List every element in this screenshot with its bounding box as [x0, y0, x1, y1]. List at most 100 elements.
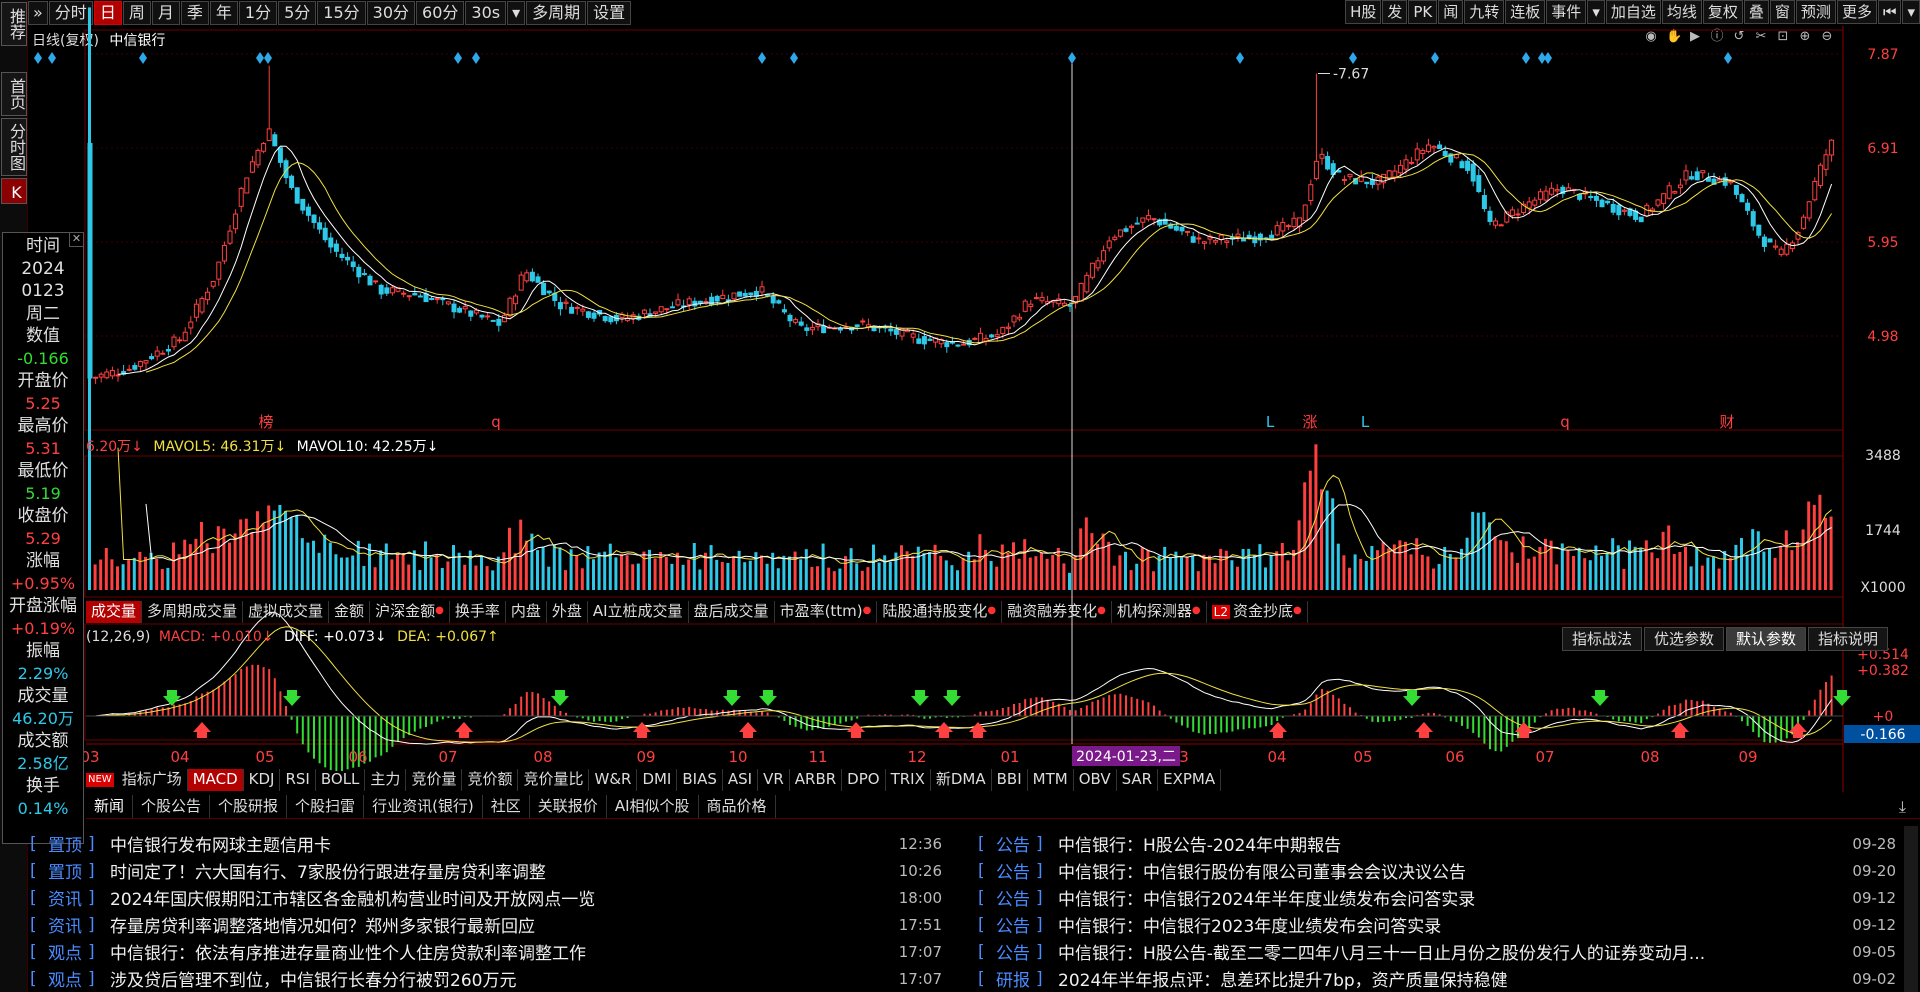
news-title[interactable]: 中信银行发布网球主题信用卡 [100, 831, 886, 856]
news-title[interactable]: 2024年半年报点评：息差环比提升7bp，资产质量保持稳健 [1048, 966, 1840, 991]
news-tab-8[interactable]: 商品价格 [699, 795, 776, 818]
news-item[interactable]: [资讯] 2024年国庆假期阳江市辖区各金融机构营业时间及开放网点一览 18:00 [30, 884, 942, 911]
undo-icon[interactable]: ↺ [1732, 30, 1746, 44]
macd-param-button-2[interactable]: 默认参数 [1725, 627, 1806, 651]
toolbar-right-button-12[interactable]: 预测 [1795, 0, 1836, 24]
news-item[interactable]: [置顶] 时间定了！六大国有行、7家股份行跟进存量房贷利率调整 10:26 [30, 857, 942, 884]
volume-tab-9[interactable]: 盘后成交量 [689, 601, 775, 623]
volume-tab-10[interactable]: 市盈率(ttm)● [775, 601, 878, 623]
news-item[interactable]: [公告] 中信银行：中信银行股份有限公司董事会会议决议公告 09-20 [978, 857, 1896, 884]
news-title[interactable]: 中信银行：依法有序推进存量商业性个人住房贷款利率调整工作 [100, 939, 886, 964]
zoom-in-icon[interactable]: ⊕ [1798, 30, 1812, 44]
news-scrollbar[interactable] [1904, 826, 1918, 992]
news-title[interactable]: 中信银行：中信银行2023年度业绩发布会问答实录 [1048, 912, 1840, 937]
volume-tab-7[interactable]: 外盘 [547, 601, 588, 623]
volume-tab-0[interactable]: 成交量 [86, 601, 143, 623]
indicator-tab-21[interactable]: SAR [1117, 769, 1159, 791]
toolbar-right-button-6[interactable]: 事件 [1546, 0, 1587, 24]
volume-tab-14[interactable]: L2 资金抄底● [1207, 601, 1308, 623]
news-tab-4[interactable]: 行业资讯(银行) [364, 795, 483, 818]
volume-tab-1[interactable]: 多周期成交量 [142, 601, 244, 623]
indicator-tab-7[interactable]: 竞价额 [462, 769, 519, 791]
toolbar-right-button-11[interactable]: 窗 [1769, 0, 1795, 24]
indicator-tab-8[interactable]: 竞价量比 [518, 769, 590, 791]
indicator-tab-12[interactable]: ASI [723, 769, 759, 791]
close-icon[interactable]: ✕ [69, 233, 83, 247]
news-tab-0[interactable]: 新闻 [86, 795, 134, 818]
news-tab-5[interactable]: 社区 [483, 795, 530, 818]
scissors-icon[interactable]: ✂ [1754, 30, 1768, 44]
indicator-tab-15[interactable]: DPO [842, 769, 886, 791]
toolbar-right-button-10[interactable]: 叠 [1743, 0, 1769, 24]
period-button-8[interactable]: 15分 [317, 1, 366, 25]
volume-tab-12[interactable]: 融资融券变化● [1002, 601, 1112, 623]
period-button-11[interactable]: 30s [465, 1, 507, 25]
lock-icon[interactable]: ⊡ [1776, 30, 1790, 44]
chevron-down-icon[interactable]: ▾ [1902, 0, 1920, 24]
indicator-tab-5[interactable]: 主力 [365, 769, 407, 791]
indicator-tab-1[interactable]: MACD [187, 769, 244, 791]
zoom-out-icon[interactable]: ⊖ [1820, 30, 1834, 44]
news-tab-1[interactable]: 个股公告 [133, 795, 211, 818]
news-item[interactable]: [公告] 中信银行：H股公告-截至二零二四年八月三十一日止月份之股份发行人的证券变… [978, 938, 1896, 965]
volume-tab-2[interactable]: 虚拟成交量 [243, 601, 330, 623]
toolbar-right-button-1[interactable]: 发 [1382, 0, 1408, 24]
indicator-tab-17[interactable]: 新DMA [931, 769, 992, 791]
toolbar-right-button-2[interactable]: PK [1408, 0, 1438, 24]
macd-param-button-0[interactable]: 指标战法 [1561, 627, 1642, 651]
prev-page-icon[interactable]: ⏮ [1877, 0, 1902, 24]
volume-tab-11[interactable]: 陆股通持股变化● [877, 601, 1003, 623]
play-icon[interactable]: ▶ [1688, 30, 1702, 44]
news-title[interactable]: 2024年国庆假期阳江市辖区各金融机构营业时间及开放网点一览 [100, 885, 886, 910]
indicator-tab-9[interactable]: W&R [589, 769, 638, 791]
indicator-tab-0[interactable]: 指标广场 [117, 769, 188, 791]
news-item[interactable]: [资讯] 存量房贷利率调整落地情况如何？郑州多家银行最新回应 17:51 [30, 911, 942, 938]
volume-tab-13[interactable]: 机构探测器● [1112, 601, 1207, 623]
toolbar-right-button-3[interactable]: 闻 [1438, 0, 1464, 24]
period-button-12[interactable]: 多周期 [526, 1, 587, 25]
indicator-tab-2[interactable]: KDJ [244, 769, 281, 791]
period-button-3[interactable]: 月 [151, 1, 180, 25]
news-title[interactable]: 中信银行：H股公告-2024年中期報告 [1048, 831, 1840, 856]
news-tab-7[interactable]: AI相似个股 [607, 795, 699, 818]
period-button-6[interactable]: 1分 [238, 1, 278, 25]
sidebar-item-home[interactable]: 首页 [1, 72, 27, 116]
period-button-9[interactable]: 30分 [366, 1, 416, 25]
indicator-tab-14[interactable]: ARBR [790, 769, 843, 791]
sidebar-item-timechart[interactable]: 分时图 [1, 118, 27, 176]
hand-icon[interactable]: ✋ [1666, 30, 1682, 44]
news-title[interactable]: 中信银行：中信银行2024年半年度业绩发布会问答实录 [1048, 885, 1840, 910]
indicator-tab-18[interactable]: BBI [992, 769, 1028, 791]
volume-tab-4[interactable]: 沪深金额● [370, 601, 450, 623]
news-title[interactable]: 中信银行：中信银行股份有限公司董事会会议决议公告 [1048, 858, 1840, 883]
news-item[interactable]: [研报] 2024年半年报点评：息差环比提升7bp，资产质量保持稳健 09-02 [978, 965, 1896, 992]
period-button-13[interactable]: 设置 [587, 1, 632, 25]
toolbar-right-button-0[interactable]: H股 [1345, 0, 1382, 24]
news-title[interactable]: 中信银行：H股公告-截至二零二四年八月三十一日止月份之股份发行人的证券变动月..… [1048, 939, 1840, 964]
indicator-tab-6[interactable]: 竞价量 [406, 769, 463, 791]
indicator-tab-13[interactable]: VR [758, 769, 790, 791]
chevron-down-icon[interactable]: ▾ [1587, 0, 1605, 24]
period-button-1[interactable]: 日 [93, 1, 122, 25]
toolbar-right-button-9[interactable]: 复权 [1702, 0, 1743, 24]
news-item[interactable]: [观点] 涉及贷后管理不到位，中信银行长春分行被罚260万元 17:07 [30, 965, 942, 992]
eye-icon[interactable]: ◉ [1644, 30, 1658, 44]
period-button-7[interactable]: 5分 [278, 1, 317, 25]
news-item[interactable]: [公告] 中信银行：H股公告-2024年中期報告 09-28 [978, 830, 1896, 857]
sidebar-item-recommend[interactable]: 推荐 [1, 2, 27, 46]
news-tab-3[interactable]: 个股扫雷 [287, 795, 365, 818]
news-item[interactable]: [观点] 中信银行：依法有序推进存量商业性个人住房贷款利率调整工作 17:07 [30, 938, 942, 965]
toolbar-right-button-7[interactable]: 加自选 [1605, 0, 1661, 24]
volume-tab-8[interactable]: AI立桩成交量 [588, 601, 689, 623]
collapse-icon[interactable]: » [28, 1, 48, 25]
news-title[interactable]: 时间定了！六大国有行、7家股份行跟进存量房贷利率调整 [100, 858, 886, 883]
period-button-2[interactable]: 周 [122, 1, 151, 25]
toolbar-right-button-5[interactable]: 连板 [1505, 0, 1546, 24]
period-button-5[interactable]: 年 [209, 1, 238, 25]
volume-tab-3[interactable]: 金额 [329, 601, 371, 623]
news-item[interactable]: [置顶] 中信银行发布网球主题信用卡 12:36 [30, 830, 942, 857]
news-tab-2[interactable]: 个股研报 [210, 795, 288, 818]
sidebar-item-kline[interactable]: K [1, 178, 27, 204]
news-item[interactable]: [公告] 中信银行：中信银行2024年半年度业绩发布会问答实录 09-12 [978, 884, 1896, 911]
info-icon[interactable]: ⓘ [1710, 30, 1724, 44]
